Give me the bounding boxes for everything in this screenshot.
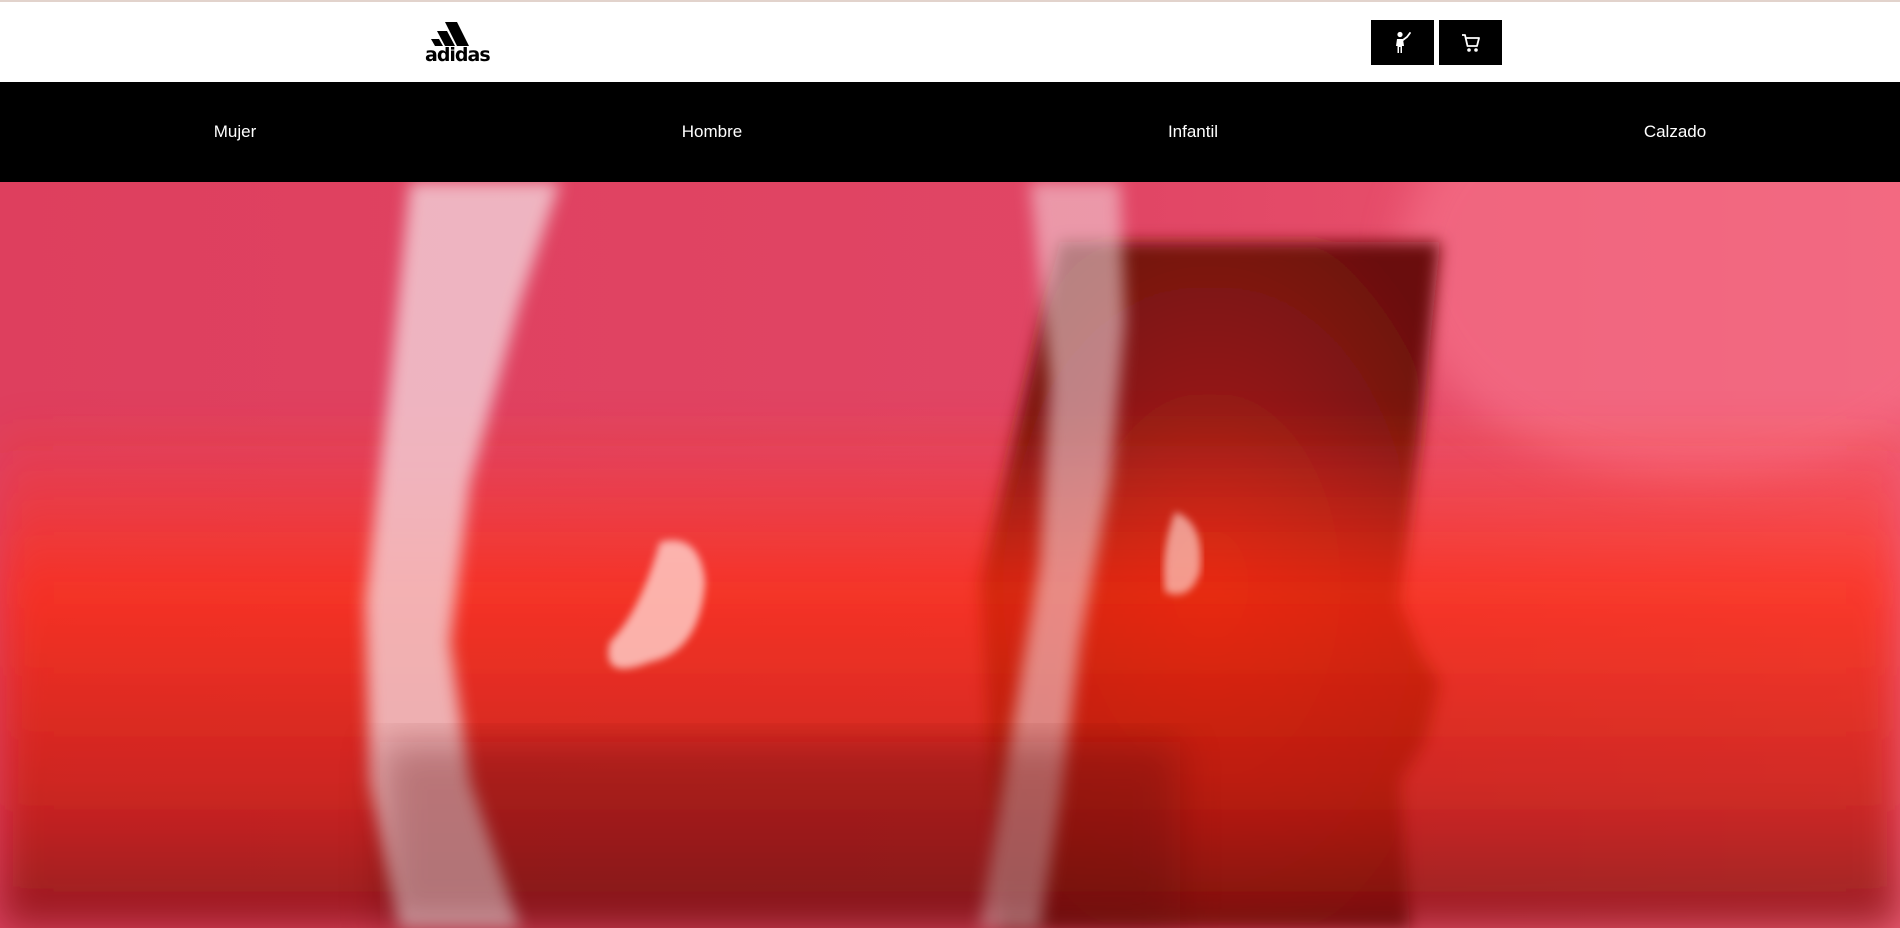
nav-item-calzado[interactable]: Calzado	[1644, 82, 1706, 182]
cart-icon	[1461, 33, 1480, 52]
site-header: adidas	[0, 2, 1900, 82]
person-icon	[1395, 31, 1411, 53]
nav-item-mujer[interactable]: Mujer	[214, 82, 257, 182]
cart-button[interactable]	[1439, 20, 1502, 65]
account-button[interactable]	[1371, 20, 1434, 65]
hero-banner[interactable]	[0, 182, 1900, 928]
hero-image	[0, 182, 1900, 928]
logo-wordmark: adidas	[425, 44, 491, 66]
main-nav: Mujer Hombre Infantil Calzado	[0, 82, 1900, 182]
adidas-stripes-icon	[431, 22, 469, 46]
nav-item-hombre[interactable]: Hombre	[682, 82, 742, 182]
nav-item-infantil[interactable]: Infantil	[1168, 82, 1218, 182]
adidas-logo[interactable]: adidas	[425, 20, 491, 66]
